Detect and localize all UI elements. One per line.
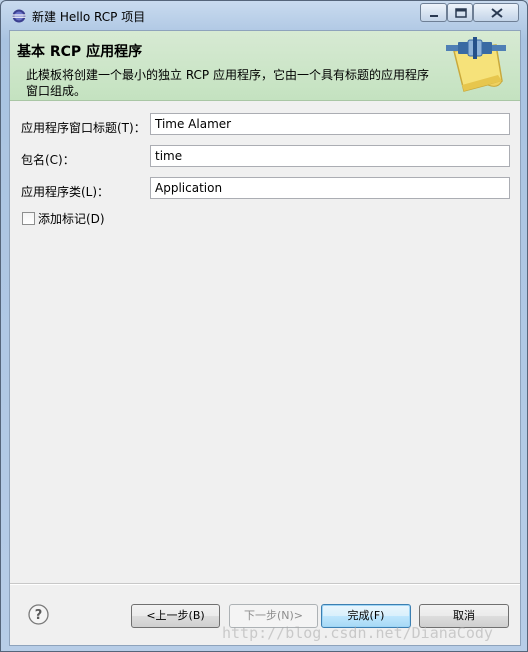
package-label: 包名(C)： <box>21 153 75 167</box>
title-bar[interactable]: 新建 Hello RCP 项目 <box>1 1 527 29</box>
dialog-body: 基本 RCP 应用程序 此模板将创建一个最小的独立 RCP 应用程序，它由一个具… <box>9 30 521 646</box>
banner-description: 此模板将创建一个最小的独立 RCP 应用程序，它由一个具有标题的应用程序窗口组成… <box>26 68 429 98</box>
plugin-wizard-icon <box>446 37 506 92</box>
dialog-window: 新建 Hello RCP 项目 基本 RCP 应用程序 此模板将创建一个最小的独… <box>0 0 528 652</box>
window-title-label: 应用程序窗口标题(T)： <box>21 121 146 135</box>
close-button[interactable] <box>473 3 519 22</box>
eclipse-icon <box>12 9 26 23</box>
back-button[interactable]: <上一步(B) <box>131 604 220 628</box>
application-class-label: 应用程序类(L)： <box>21 185 110 199</box>
banner-title: 基本 RCP 应用程序 <box>17 44 143 60</box>
maximize-button[interactable] <box>447 3 473 22</box>
maximize-icon <box>455 8 467 18</box>
wizard-banner: 基本 RCP 应用程序 此模板将创建一个最小的独立 RCP 应用程序，它由一个具… <box>10 31 520 101</box>
add-branding-checkbox[interactable] <box>22 212 35 225</box>
help-icon[interactable]: ? <box>28 604 49 625</box>
window-title: 新建 Hello RCP 项目 <box>32 10 146 24</box>
watermark-text: http://blog.csdn.net/DianaCody <box>222 624 493 642</box>
svg-text:?: ? <box>35 608 43 623</box>
package-field[interactable]: time <box>150 145 510 167</box>
minimize-icon <box>430 15 438 17</box>
application-class-field[interactable]: Application <box>150 177 510 199</box>
add-branding-label[interactable]: 添加标记(D) <box>38 210 105 227</box>
window-title-field[interactable]: Time Alamer <box>150 113 510 135</box>
minimize-button[interactable] <box>420 3 447 22</box>
button-bar-separator <box>10 583 520 585</box>
close-icon <box>491 8 503 18</box>
